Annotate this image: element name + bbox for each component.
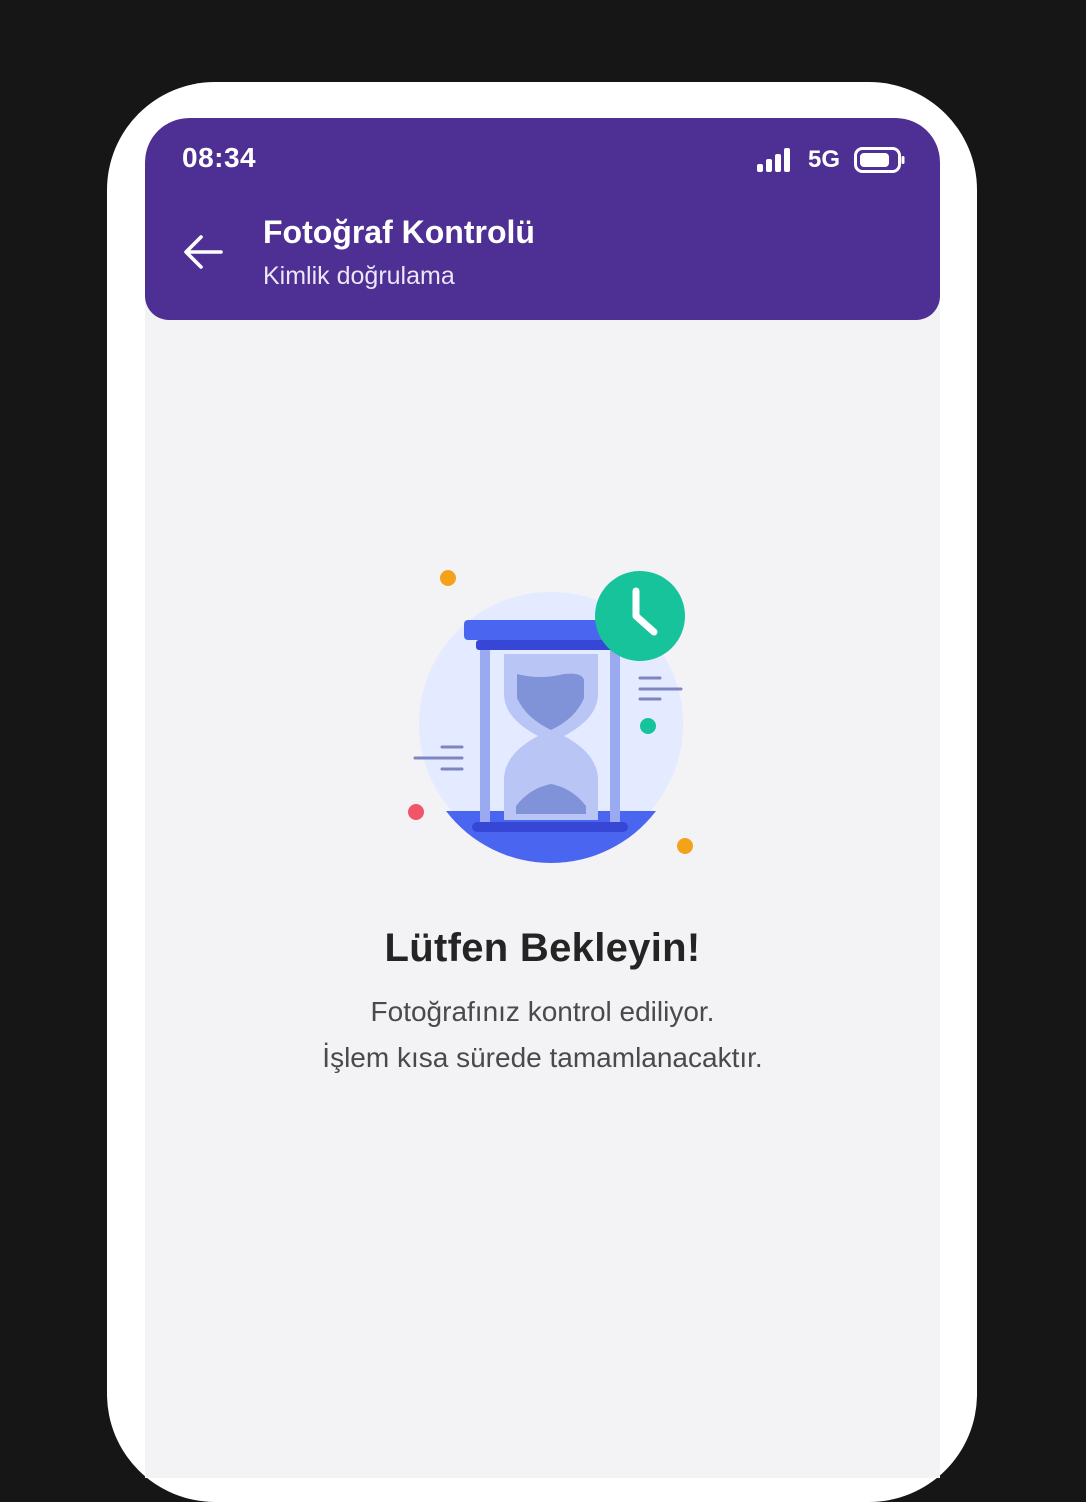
app-screen: 08:34 5G Fotoğraf Kontrolü Kimlik doğrul… xyxy=(145,118,940,1478)
header-subtitle: Kimlik doğrulama xyxy=(263,262,455,290)
hourglass-top-band xyxy=(476,640,616,650)
hourglass-bottom-band xyxy=(472,822,628,832)
hourglass-right-rail xyxy=(610,650,620,822)
app-header: 08:34 5G Fotoğraf Kontrolü Kimlik doğrul… xyxy=(145,118,940,320)
status-message-line-2: İşlem kısa sürede tamamlanacaktır. xyxy=(322,1042,763,1073)
status-indicators: 5G xyxy=(756,146,906,174)
battery-icon xyxy=(854,147,905,173)
signal-icon xyxy=(756,148,790,172)
back-button[interactable] xyxy=(181,230,225,274)
hourglass-illustration xyxy=(408,570,693,864)
hourglass-left-rail xyxy=(480,650,490,822)
dot-orange-top xyxy=(440,570,456,586)
status-message-line-1: Fotoğrafınız kontrol ediliyor. xyxy=(370,996,715,1027)
arrow-left-icon xyxy=(184,235,223,269)
dot-red xyxy=(408,804,424,820)
dot-orange-bottom xyxy=(677,838,693,854)
wait-heading: Lütfen Bekleyin! xyxy=(384,926,701,970)
status-time: 08:34 xyxy=(182,142,257,173)
header-title: Fotoğraf Kontrolü xyxy=(263,214,535,250)
network-label: 5G xyxy=(807,146,840,173)
dot-green xyxy=(640,718,656,734)
